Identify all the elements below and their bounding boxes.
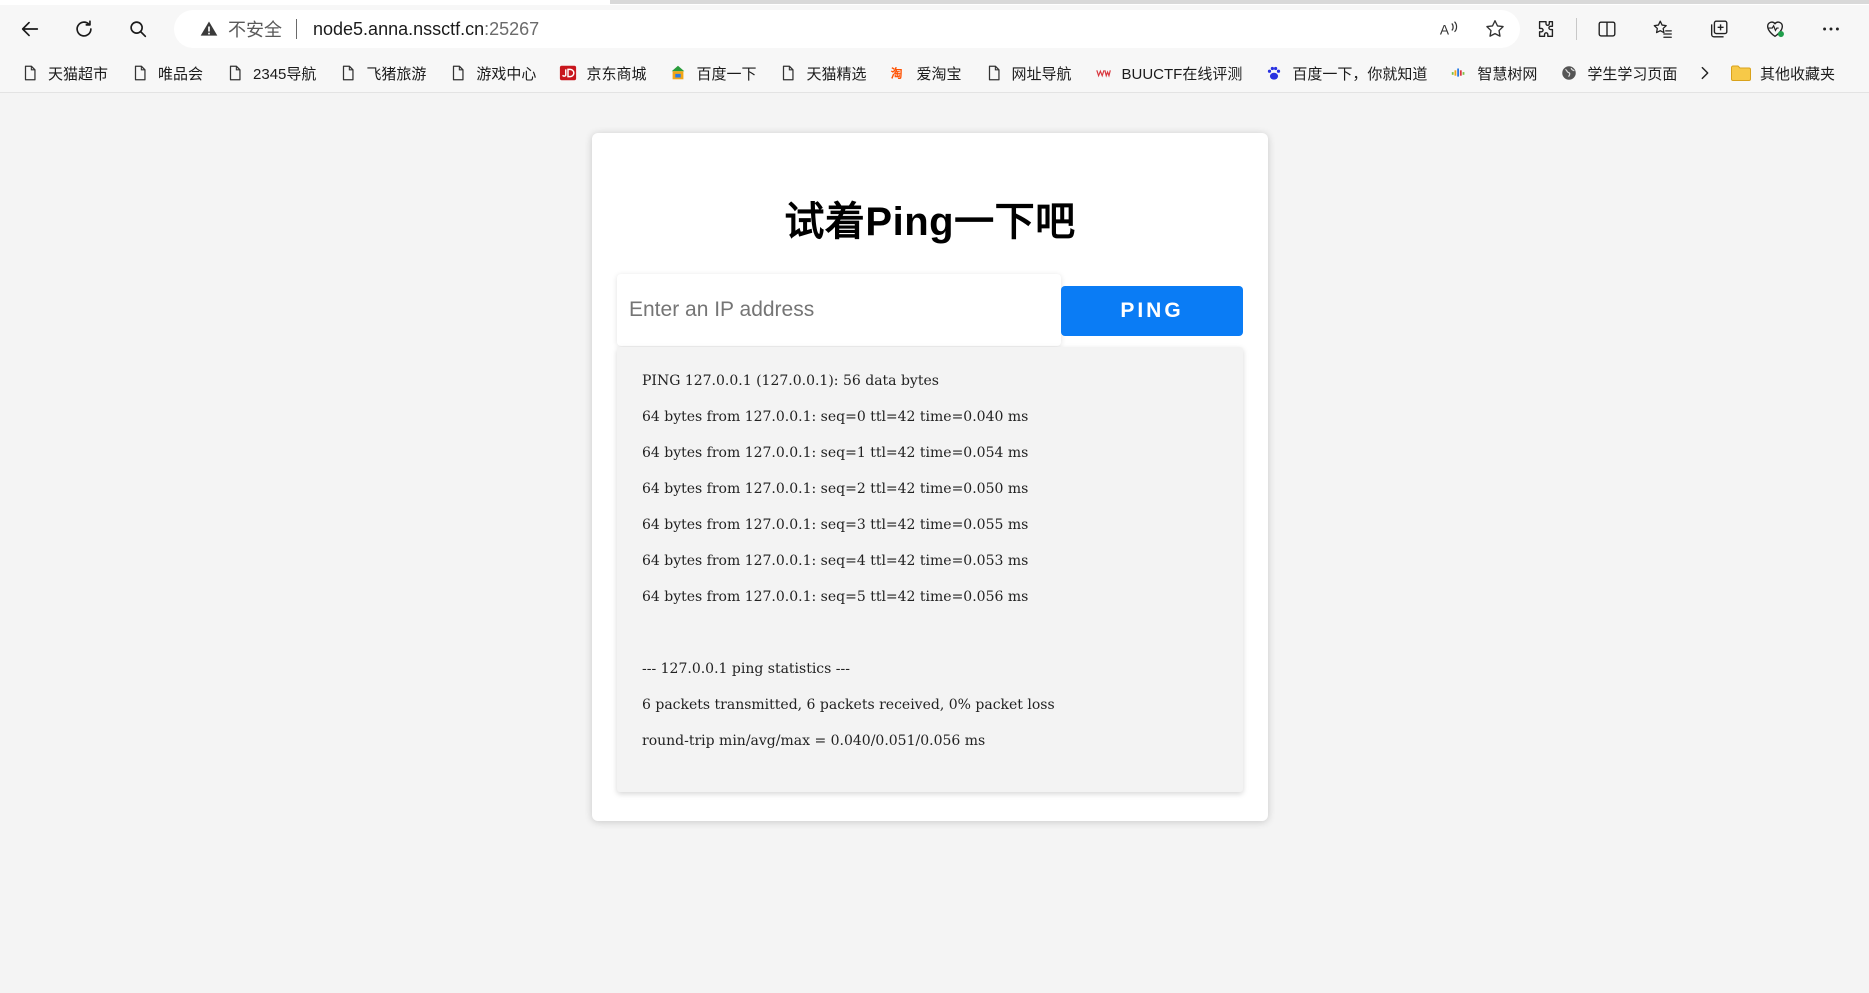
output-line: round-trip min/avg/max = 0.040/0.051/0.0… [642,733,986,749]
browser-essentials-button[interactable] [1747,11,1803,47]
bookmarks-bar: 天猫超市 唯品会 2345导航 飞猪旅游 游戏中心 京东商城 百度一下 天猫精选… [0,55,1869,91]
bookmark-label: 游戏中心 [476,65,537,83]
svg-text:淘: 淘 [891,67,903,81]
favorite-star-icon[interactable] [1484,18,1506,40]
output-line: PING 127.0.0.1 (127.0.0.1): 56 data byte… [642,373,939,389]
refresh-icon [76,20,92,37]
bookmark-label: 天猫精选 [806,65,867,83]
refresh-button[interactable] [66,11,102,47]
ping-button[interactable]: PING [1061,286,1243,336]
bookmark-label: 爱淘宝 [916,65,962,83]
output-line: 64 bytes from 127.0.0.1: seq=2 ttl=42 ti… [642,481,1029,497]
zhihuishu-icon [1449,63,1469,83]
ping-card: 试着Ping一下吧 PING PING 127.0.0.1 (127.0.0.1… [592,133,1268,821]
bookmark-label: 唯品会 [158,65,204,83]
bookmark-label: 智慧树网 [1477,65,1538,83]
browser-toolbar: 不安全 node5.anna.nssctf.cn:25267 A [0,5,1869,53]
more-dots-icon [1823,27,1839,31]
page-icon [20,63,40,83]
page-viewport: 试着Ping一下吧 PING PING 127.0.0.1 (127.0.0.1… [0,93,1869,993]
output-line: 64 bytes from 127.0.0.1: seq=1 ttl=42 ti… [642,445,1029,461]
extensions-button[interactable] [1518,11,1574,47]
toolbar-actions [1518,11,1859,47]
toolbar-separator [1576,18,1577,40]
output-line: 64 bytes from 127.0.0.1: seq=3 ttl=42 ti… [642,517,1029,533]
page-icon [225,63,245,83]
output-line: 64 bytes from 127.0.0.1: seq=5 ttl=42 ti… [642,589,1029,605]
page-icon [338,63,358,83]
bookmark-ai-taobao[interactable]: 淘 爱淘宝 [880,58,969,88]
split-screen-button[interactable] [1579,11,1635,47]
ping-output: PING 127.0.0.1 (127.0.0.1): 56 data byte… [617,347,1243,792]
address-bar-actions: A [1438,10,1506,48]
address-bar[interactable]: 不安全 node5.anna.nssctf.cn:25267 A [174,10,1520,48]
tab-strip-line [610,0,1869,4]
heart-pulse-icon [1766,21,1784,38]
url-port[interactable]: :25267 [484,19,539,40]
other-bookmarks-label: 其他收藏夹 [1760,65,1836,83]
more-bookmarks-button[interactable] [1690,58,1720,88]
bookmark-label: BUUCTF在线评测 [1121,65,1243,83]
warning-icon[interactable] [198,18,220,40]
baidu-paw-icon [1264,63,1284,83]
split-screen-icon [1598,21,1616,37]
page-icon [778,63,798,83]
bookmark-label: 学生学习页面 [1587,65,1678,83]
collections-button[interactable] [1691,11,1747,47]
ip-address-input[interactable] [617,274,1061,346]
bookmark-buuctf[interactable]: BUUCTF在线评测 [1086,58,1251,88]
search-button[interactable] [120,11,156,47]
bookmark-label: 天猫超市 [48,65,109,83]
jd-icon [558,63,578,83]
bookmark-label: 网址导航 [1011,65,1072,83]
favorites-list-icon [1653,20,1672,38]
bookmark-baidu-search[interactable]: 百度一下，你就知道 [1256,58,1435,88]
collections-icon [1710,20,1728,38]
bookmark-label: 京东商城 [586,65,647,83]
taobao-icon: 淘 [888,63,908,83]
bookmark-baidu[interactable]: 百度一下 [660,58,764,88]
back-button[interactable] [12,11,48,47]
read-aloud-icon[interactable]: A [1438,18,1460,40]
bookmark-jd[interactable]: 京东商城 [550,58,654,88]
bookmark-label: 百度一下，你就知道 [1292,65,1428,83]
back-arrow-icon [21,21,39,37]
page-icon [130,63,150,83]
other-bookmarks-folder[interactable]: 其他收藏夹 [1730,58,1835,88]
bookmark-2345-nav[interactable]: 2345导航 [217,58,324,88]
bookmark-tmall-select[interactable]: 天猫精选 [770,58,874,88]
output-line: --- 127.0.0.1 ping statistics --- [642,661,850,677]
svg-text:A: A [1440,23,1450,38]
page-icon [448,63,468,83]
globe-icon [1559,63,1579,83]
chevron-right-icon [1701,66,1709,80]
bookmark-label: 飞猪旅游 [366,65,427,83]
output-line: 64 bytes from 127.0.0.1: seq=0 ttl=42 ti… [642,409,1029,425]
output-line: 64 bytes from 127.0.0.1: seq=4 ttl=42 ti… [642,553,1029,569]
not-secure-label[interactable]: 不安全 [228,16,282,42]
address-separator [296,19,297,39]
bookmark-zhihuishu[interactable]: 智慧树网 [1441,58,1545,88]
puzzle-icon [1538,20,1554,38]
bookmark-game-center[interactable]: 游戏中心 [440,58,544,88]
bookmark-label: 百度一下 [696,65,757,83]
folder-icon [1731,65,1751,81]
favorites-button[interactable] [1635,11,1691,47]
buuctf-icon [1094,63,1114,83]
bookmark-fliggy[interactable]: 飞猪旅游 [330,58,434,88]
bookmark-url-nav[interactable]: 网址导航 [976,58,1080,88]
search-icon [130,21,147,38]
settings-menu-button[interactable] [1803,11,1859,47]
baidu-2345-icon [668,63,688,83]
bookmark-tmall-supermarket[interactable]: 天猫超市 [12,58,116,88]
bookmark-label: 2345导航 [253,65,317,83]
url-host[interactable]: node5.anna.nssctf.cn [313,19,484,40]
bookmark-vip[interactable]: 唯品会 [122,58,211,88]
bookmark-student-study[interactable]: 学生学习页面 [1551,58,1685,88]
page-title: 试着Ping一下吧 [784,200,1076,244]
output-line: 6 packets transmitted, 6 packets receive… [642,697,1055,713]
page-icon [984,63,1004,83]
